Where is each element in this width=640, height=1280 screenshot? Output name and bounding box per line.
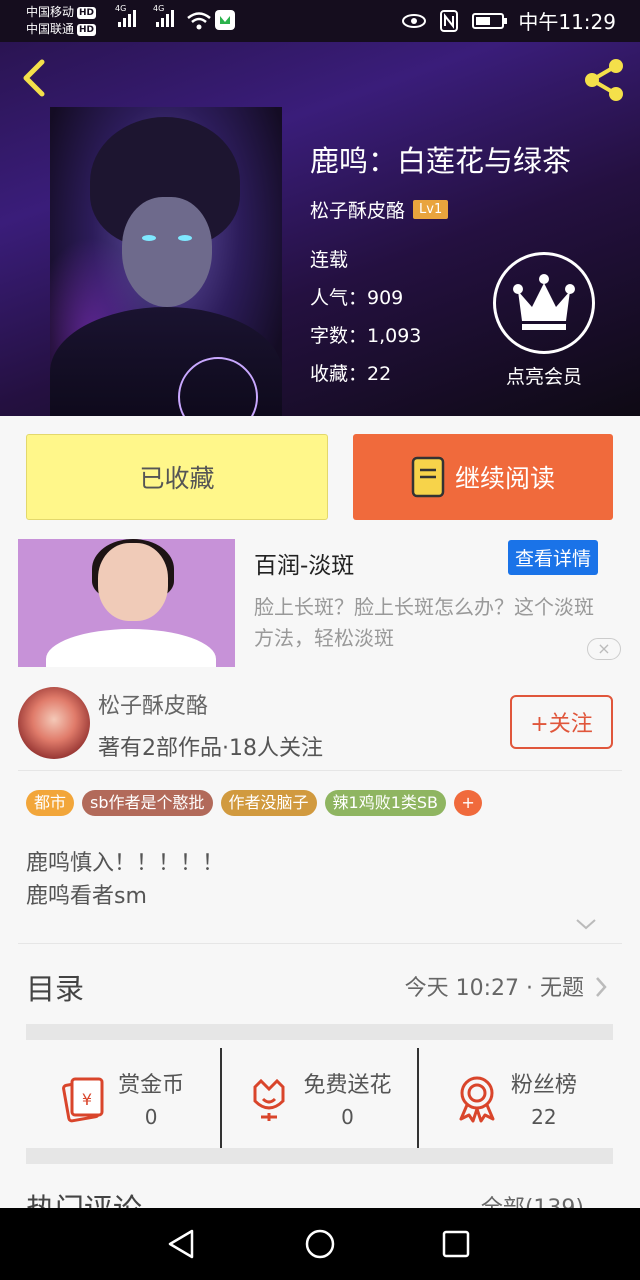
gift-label: 粉丝榜 <box>510 1073 577 1098</box>
clock: 中午11:29 <box>518 10 616 34</box>
intro-line: 鹿鸣看者sm <box>26 884 147 909</box>
fan-ranking-button[interactable]: 粉丝榜 22 <box>416 1048 613 1148</box>
table-of-contents-row[interactable]: 目录 今天 10:27 · 无题 <box>26 958 614 1016</box>
carrier-1: 中国移动 <box>26 5 75 19</box>
vip-button[interactable]: 点亮会员 <box>492 252 596 389</box>
flower-icon <box>253 1078 285 1121</box>
intro-line: 鹿鸣慎入！！！！！ <box>26 851 225 876</box>
gift-bar: ¥ 赏金币 0 免费送花 0 粉丝榜 22 <box>26 1048 613 1148</box>
book-title: 鹿鸣：白莲花与绿茶 <box>310 144 572 178</box>
carrier-info: 中国移动 HD 中国联通 HD <box>26 4 97 38</box>
toc-title: 目录 <box>26 972 85 1006</box>
view-details-button[interactable]: 查看详情 <box>508 540 599 575</box>
section-separator <box>26 1024 613 1040</box>
tag[interactable]: sb作者是个憨批 <box>82 790 213 816</box>
gift-label: 免费送花 <box>303 1073 392 1098</box>
ad-banner[interactable]: 百润-淡斑 查看详情 脸上长斑？脸上长斑怎么办？这个淡斑方法，轻松淡斑 × <box>0 538 640 668</box>
medal-icon <box>459 1076 495 1123</box>
ad-title[interactable]: 百润-淡斑 <box>254 546 354 580</box>
favorite-count: 收藏：22 <box>310 363 392 385</box>
tag[interactable]: 都市 <box>26 790 75 816</box>
tag[interactable]: 辣1鸡败1类SB <box>324 790 447 816</box>
tag-list: 都市 sb作者是个憨批 作者没脑子 辣1鸡败1类SB + <box>26 790 483 816</box>
level-badge: Lv1 <box>413 200 449 219</box>
battery-icon <box>472 12 508 29</box>
back-arrow-icon[interactable] <box>16 58 52 98</box>
reward-coins-button[interactable]: ¥ 赏金币 0 <box>26 1048 220 1148</box>
coin-gift-icon: ¥ <box>62 1077 104 1123</box>
vip-label: 点亮会员 <box>505 366 582 388</box>
author-card[interactable]: 松子酥皮酪 著有2部作品·18人关注 +关注 <box>0 680 640 770</box>
chevron-right-icon <box>596 977 607 997</box>
send-flower-button[interactable]: 免费送花 0 <box>220 1048 416 1148</box>
tag[interactable]: 作者没脑子 <box>220 790 317 816</box>
word-count: 字数：1,093 <box>310 325 422 347</box>
continue-reading-label: 继续阅读 <box>454 464 555 493</box>
system-nav-bar <box>0 1208 640 1280</box>
app-notification-icon <box>215 10 235 30</box>
eye-comfort-icon <box>402 13 427 28</box>
author-stats: 著有2部作品·18人关注 <box>98 736 323 761</box>
wifi-icon <box>187 12 211 30</box>
serial-status: 连载 <box>310 249 349 271</box>
book-header: 鹿鸣：白莲花与绿茶 松子酥皮酪 Lv1 连载 人气：909 字数：1,093 收… <box>0 42 640 416</box>
gift-value: 22 <box>531 1105 557 1129</box>
add-tag-button[interactable]: + <box>454 790 483 816</box>
divider <box>18 770 622 771</box>
collected-button[interactable]: 已收藏 <box>26 434 328 520</box>
author-name[interactable]: 松子酥皮酪 <box>98 688 208 720</box>
ad-close-button[interactable]: × <box>587 638 621 660</box>
follow-button[interactable]: +关注 <box>510 695 613 749</box>
ad-image[interactable] <box>18 539 235 667</box>
avatar[interactable] <box>18 687 90 759</box>
nav-home-icon[interactable] <box>304 1228 336 1260</box>
signal-icon: 4G <box>115 4 136 27</box>
nav-back-icon[interactable] <box>166 1228 198 1260</box>
popularity: 人气：909 <box>310 287 404 309</box>
book-author[interactable]: 松子酥皮酪 <box>310 196 405 223</box>
book-intro: 鹿鸣慎入！！！！！ 鹿鸣看者sm <box>26 847 224 913</box>
signal-icon: 4G <box>153 4 174 27</box>
status-bar: 中国移动 HD 中国联通 HD 4G 4G 中午11:29 <box>0 0 640 42</box>
hd-badge: HD <box>77 6 97 19</box>
section-separator <box>26 1148 613 1164</box>
book-cover[interactable] <box>50 107 282 416</box>
crown-icon <box>493 252 595 354</box>
ad-description[interactable]: 脸上长斑？脸上长斑怎么办？这个淡斑方法，轻松淡斑 <box>254 592 604 654</box>
chevron-down-icon[interactable] <box>575 917 597 931</box>
nfc-icon <box>440 9 459 32</box>
gift-label: 赏金币 <box>118 1073 185 1098</box>
gift-value: 0 <box>144 1105 158 1129</box>
hd-badge: HD <box>77 23 97 36</box>
carrier-2: 中国联通 <box>26 22 75 36</box>
share-icon[interactable] <box>580 56 628 104</box>
nav-recents-icon[interactable] <box>440 1228 472 1260</box>
svg-text:¥: ¥ <box>82 1090 92 1109</box>
book-icon <box>411 456 445 498</box>
gift-value: 0 <box>341 1105 354 1129</box>
continue-reading-button[interactable]: 继续阅读 <box>353 434 613 520</box>
latest-chapter[interactable]: 今天 10:27 · 无题 <box>405 970 584 1002</box>
divider <box>18 943 622 944</box>
